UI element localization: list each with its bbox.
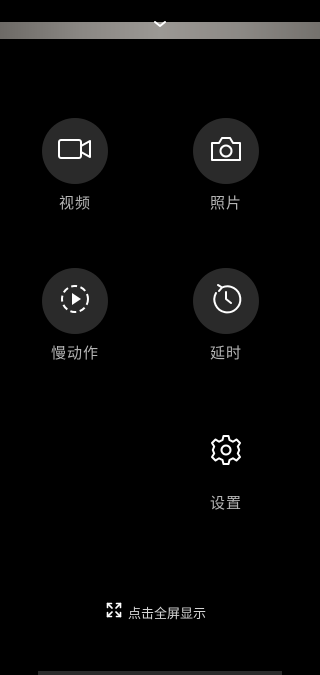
fullscreen-toggle[interactable]: 点击全屏显示 bbox=[106, 601, 216, 623]
gear-icon bbox=[209, 433, 243, 471]
video-mode-label: 视频 bbox=[58, 194, 91, 212]
collapse-chevron-icon[interactable] bbox=[150, 16, 170, 30]
video-mode-button[interactable] bbox=[42, 118, 108, 184]
slow-motion-icon bbox=[58, 282, 92, 320]
video-camera-icon bbox=[57, 135, 93, 167]
slowmo-mode-label: 慢动作 bbox=[50, 344, 99, 362]
slowmo-mode-button[interactable] bbox=[42, 268, 108, 334]
photo-mode-label: 照片 bbox=[209, 194, 242, 212]
camera-icon bbox=[209, 134, 243, 168]
bottom-nav-bar bbox=[38, 671, 282, 675]
timelapse-mode-button[interactable] bbox=[193, 268, 259, 334]
fullscreen-label: 点击全屏显示 bbox=[128, 606, 207, 622]
settings-label: 设置 bbox=[209, 494, 242, 512]
expand-icon bbox=[106, 602, 122, 622]
timelapse-mode-label: 延时 bbox=[209, 344, 242, 362]
photo-mode-button[interactable] bbox=[193, 118, 259, 184]
settings-button[interactable] bbox=[206, 432, 246, 472]
timelapse-icon bbox=[208, 281, 244, 321]
